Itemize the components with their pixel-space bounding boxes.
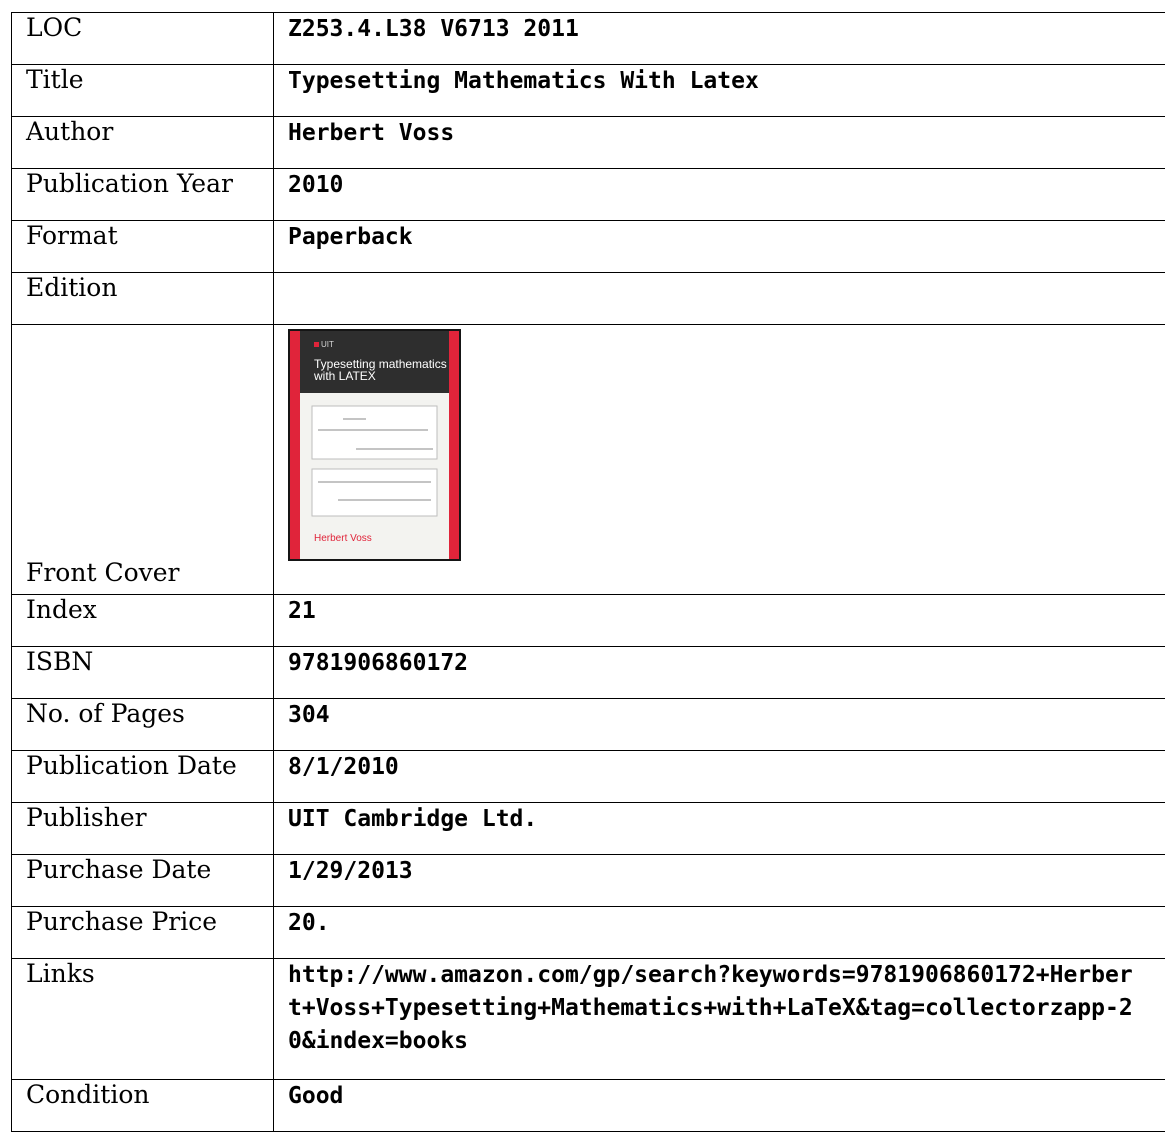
label-edition: Edition	[11, 272, 274, 325]
label-purchase-price: Purchase Price	[11, 906, 274, 959]
row-publisher: Publisher UIT Cambridge Ltd.	[11, 802, 1165, 855]
cover-right-bar	[449, 331, 459, 559]
row-author: Author Herbert Voss	[11, 116, 1165, 169]
label-index: Index	[11, 594, 274, 647]
value-purchase-price: 20.	[273, 906, 1165, 959]
cover-publisher-mark: UIT	[321, 340, 334, 349]
value-title: Typesetting Mathematics With Latex	[273, 64, 1165, 117]
row-index: Index 21	[11, 594, 1165, 647]
row-front-cover: Front Cover UIT Typesetting mathematics …	[11, 324, 1165, 595]
label-condition: Condition	[11, 1079, 274, 1132]
author-text: Herbert Voss	[288, 120, 455, 146]
label-author: Author	[11, 116, 274, 169]
value-links: http://www.amazon.com/gp/search?keywords…	[273, 958, 1165, 1080]
row-purchase-price: Purchase Price 20.	[11, 906, 1165, 959]
value-publication-year: 2010	[273, 168, 1165, 221]
value-publisher: UIT Cambridge Ltd.	[273, 802, 1165, 855]
value-isbn: 9781906860172	[273, 646, 1165, 699]
label-publication-date: Publication Date	[11, 750, 274, 803]
value-condition: Good	[273, 1079, 1165, 1132]
value-front-cover: UIT Typesetting mathematics with LATEX H…	[273, 324, 1165, 595]
row-title: Title Typesetting Mathematics With Latex	[11, 64, 1165, 117]
label-links: Links	[11, 958, 274, 1080]
row-condition: Condition Good	[11, 1079, 1165, 1132]
label-format: Format	[11, 220, 274, 273]
value-loc: Z253.4.L38 V6713 2011	[273, 12, 1165, 65]
title-text: Typesetting Mathematics With Latex	[288, 68, 759, 94]
cover-formula-box-2	[311, 468, 438, 517]
book-record-table: LOC Z253.4.L38 V6713 2011 Title Typesett…	[11, 12, 1165, 1132]
publication-date-text: 8/1/2010	[288, 754, 399, 780]
value-format: Paperback	[273, 220, 1165, 273]
purchase-date-text: 1/29/2013	[288, 858, 413, 884]
cover-formula-box-1	[311, 405, 438, 460]
label-title: Title	[11, 64, 274, 117]
pages-text: 304	[288, 702, 330, 728]
front-cover-image: UIT Typesetting mathematics with LATEX H…	[288, 329, 461, 561]
publication-year-text: 2010	[288, 172, 344, 198]
value-publication-date: 8/1/2010	[273, 750, 1165, 803]
condition-text: Good	[288, 1083, 344, 1109]
label-publisher: Publisher	[11, 802, 274, 855]
label-isbn: ISBN	[11, 646, 274, 699]
row-edition: Edition	[11, 272, 1165, 325]
format-text: Paperback	[288, 224, 413, 250]
label-pages: No. of Pages	[11, 698, 274, 751]
value-author: Herbert Voss	[273, 116, 1165, 169]
cover-title-line2: with LATEX	[313, 369, 376, 383]
row-isbn: ISBN 9781906860172	[11, 646, 1165, 699]
row-publication-date: Publication Date 8/1/2010	[11, 750, 1165, 803]
publisher-text: UIT Cambridge Ltd.	[288, 806, 538, 832]
label-purchase-date: Purchase Date	[11, 854, 274, 907]
cover-author: Herbert Voss	[314, 533, 372, 544]
value-index: 21	[273, 594, 1165, 647]
purchase-price-text: 20.	[288, 910, 330, 936]
loc-text: Z253.4.L38 V6713 2011	[288, 16, 579, 42]
row-format: Format Paperback	[11, 220, 1165, 273]
value-pages: 304	[273, 698, 1165, 751]
row-links: Links http://www.amazon.com/gp/search?ke…	[11, 958, 1165, 1080]
row-publication-year: Publication Year 2010	[11, 168, 1165, 221]
label-publication-year: Publication Year	[11, 168, 274, 221]
isbn-text: 9781906860172	[288, 650, 469, 676]
label-loc: LOC	[11, 12, 274, 65]
cover-left-bar	[290, 331, 300, 559]
value-edition	[273, 272, 1165, 325]
label-front-cover: Front Cover	[11, 324, 274, 595]
amazon-link[interactable]: http://www.amazon.com/gp/search?keywords…	[288, 959, 1138, 1058]
row-pages: No. of Pages 304	[11, 698, 1165, 751]
value-purchase-date: 1/29/2013	[273, 854, 1165, 907]
index-text: 21	[288, 598, 316, 624]
row-loc: LOC Z253.4.L38 V6713 2011	[11, 12, 1165, 65]
row-purchase-date: Purchase Date 1/29/2013	[11, 854, 1165, 907]
